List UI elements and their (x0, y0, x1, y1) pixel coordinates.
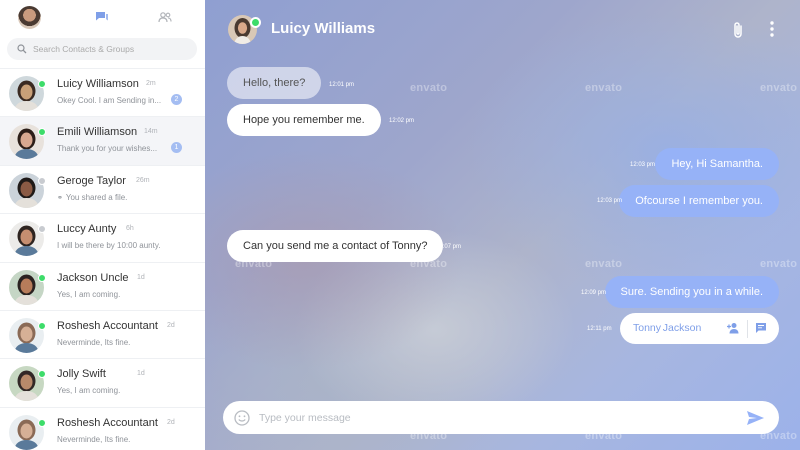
last-message-text: Neverminde, Its fine. (57, 337, 131, 347)
contact-time: 14m (144, 128, 158, 136)
message-timestamp: 12:09 pm (581, 290, 607, 296)
message-input[interactable] (259, 401, 729, 434)
add-contact-icon[interactable] (727, 322, 740, 334)
contact-name: Luicy Williamson (57, 78, 139, 90)
unread-badge: 2 (171, 94, 182, 105)
last-message-text: You shared a file. (65, 192, 128, 202)
outgoing-message[interactable]: Ofcourse I remember you. (619, 185, 779, 217)
contact-item[interactable]: Geroge Taylor 26m ⚭ You shared a file. (0, 164, 205, 213)
status-dot (38, 176, 46, 185)
contact-time: 2d (167, 418, 175, 426)
attachment-small-icon: ⚭ (57, 194, 63, 202)
search-icon (17, 44, 27, 54)
contact-item[interactable]: Jolly Swift 1d Yes, I am coming. (0, 358, 205, 406)
chats-icon[interactable] (95, 11, 109, 23)
watermark: envato (760, 82, 798, 94)
shared-contact-card[interactable]: Tonny Jackson (620, 313, 779, 344)
contact-time: 2d (167, 321, 175, 329)
online-status-indicator (250, 17, 261, 28)
contact-item[interactable]: Roshesh Accountant 2d Neverminde, Its fine… (0, 406, 205, 450)
outgoing-message[interactable]: Sure. Sending you in a while. (604, 276, 779, 308)
incoming-message[interactable]: Can you send me a contact of Tonny? (227, 230, 444, 262)
contact-last-message: Yes, I am coming. (57, 386, 120, 395)
send-icon[interactable] (747, 411, 764, 425)
contact-item[interactable]: Luccy Aunty 6h I will be there by 10:00 au… (0, 213, 205, 261)
contact-last-message: Thank you for your wishes... (57, 144, 157, 153)
my-avatar[interactable] (18, 6, 41, 29)
status-dot (38, 370, 46, 379)
message-timestamp: 12:02 pm (389, 118, 415, 124)
shared-contact-name: Tonny Jackson (633, 322, 702, 334)
contact-item[interactable]: Emili Williamson 14m Thank you for your wi… (0, 116, 205, 165)
paperclip-icon[interactable] (732, 21, 744, 39)
sidebar-header (0, 0, 205, 34)
contact-last-message: Neverminde, Its fine. (57, 435, 130, 444)
last-message-text: Yes, I am coming. (57, 289, 121, 299)
watermark: envato (585, 82, 623, 94)
contact-item[interactable]: Jackson Uncle 1d Yes, I am coming. (0, 261, 205, 310)
status-dot (38, 321, 46, 330)
unread-badge: 1 (171, 142, 182, 154)
incoming-message[interactable]: Hello, there? (227, 67, 322, 99)
contact-name: Geroge Taylor (57, 174, 126, 187)
status-dot (38, 418, 46, 427)
message-composer (223, 401, 779, 434)
message-timestamp: 12:11 pm (587, 326, 612, 332)
contact-item[interactable]: Roshesh Accountant 2d Neverminde, Its fine… (0, 309, 205, 358)
last-message-text: Okey Cool. I am Sending in... (57, 96, 162, 105)
last-message-text: I will be there by 10:00 aunty. (57, 241, 161, 251)
contact-name: Roshesh Accountant (57, 416, 158, 429)
contact-time: 2m (146, 80, 156, 87)
status-dot (38, 80, 46, 88)
contact-last-message: Okey Cool. I am Sending in... (57, 96, 161, 105)
contact-name: Roshesh Accountant (57, 319, 158, 332)
status-dot (38, 273, 46, 282)
incoming-message[interactable]: Hope you remember me. (227, 104, 381, 136)
watermark: envato (760, 258, 798, 270)
contact-last-message: I will be there by 10:00 aunty. (57, 241, 160, 250)
contact-last-message: Neverminde, Its fine. (57, 338, 130, 347)
contact-time: 26m (136, 176, 150, 184)
chat-title: Luicy Williams (271, 20, 376, 37)
contact-name: Luccy Aunty (57, 223, 117, 236)
contact-list: Luicy Williamson 2m Okey Cool. I am Sendin… (0, 68, 205, 450)
status-dot (38, 128, 46, 137)
message-timestamp: 12:03 pm (597, 198, 623, 204)
message-icon[interactable] (755, 322, 767, 334)
contacts-icon[interactable] (158, 11, 172, 23)
contact-name: Jolly Swift (57, 368, 106, 381)
message-timestamp: 12:01 pm (329, 82, 355, 88)
contact-time: 1d (137, 370, 145, 378)
outgoing-message[interactable]: Hey, Hi Samantha. (655, 148, 779, 180)
watermark: envato (585, 258, 623, 270)
card-divider (747, 320, 748, 338)
status-dot (38, 225, 46, 234)
last-message-text: Thank you for your wishes... (57, 144, 158, 154)
watermark: envato (410, 82, 448, 94)
more-vertical-icon[interactable] (769, 21, 775, 37)
emoji-icon[interactable] (234, 410, 250, 426)
sidebar: Luicy Williamson 2m Okey Cool. I am Sendin… (0, 0, 205, 450)
chat-panel: envato envato envato envato envato envato enva… (205, 0, 800, 450)
contact-time: 1d (137, 273, 145, 281)
contact-last-message: ⚭ You shared a file. (57, 193, 127, 202)
contact-time: 6h (126, 225, 134, 233)
contact-last-message: Yes, I am coming. (57, 290, 120, 299)
message-timestamp: 12:03 pm (630, 162, 656, 168)
message-timestamp: 12:07 pm (436, 244, 462, 250)
search-bar (7, 38, 197, 60)
contact-name: Emili Williamson (57, 126, 138, 139)
contact-item[interactable]: Luicy Williamson 2m Okey Cool. I am Sendin… (0, 68, 205, 116)
search-input[interactable] (33, 38, 188, 60)
last-message-text: Yes, I am coming. (57, 386, 121, 396)
contact-name: Jackson Uncle (57, 271, 129, 284)
last-message-text: Neverminde, Its fine. (57, 434, 131, 444)
